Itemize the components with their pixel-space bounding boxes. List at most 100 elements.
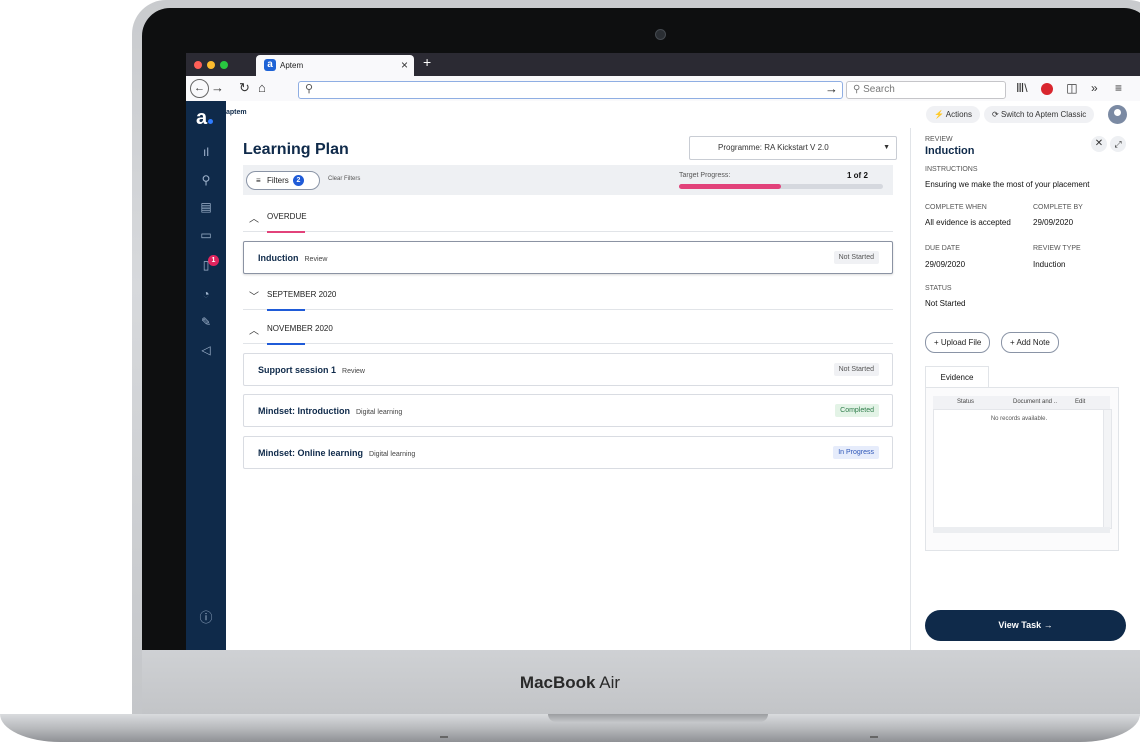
due-date-value: 29/09/2020 bbox=[925, 260, 966, 269]
evidence-grid-header: Status Document and .. Edit bbox=[933, 396, 1110, 409]
empty-message: No records available. bbox=[990, 416, 1048, 422]
search-icon[interactable]: ⚲ bbox=[186, 173, 226, 187]
section-label: NOVEMBER 2020 bbox=[267, 324, 333, 333]
column-edit[interactable]: Edit bbox=[1075, 396, 1085, 409]
filters-label: Filters bbox=[267, 176, 289, 185]
switch-classic-button[interactable]: ⟳ Switch to Aptem Classic bbox=[984, 106, 1095, 123]
zoom-window-button[interactable] bbox=[220, 61, 228, 69]
side-navigation: a ıl ⚲ ▤ ▭ 1 ▯ ◔ ✎ ◁ ⓘ bbox=[186, 101, 226, 650]
forward-button[interactable]: → bbox=[211, 81, 224, 95]
expand-icon[interactable]: ⤢ bbox=[1110, 136, 1126, 152]
status-badge: In Progress bbox=[833, 446, 879, 459]
minimize-window-button[interactable] bbox=[207, 61, 215, 69]
aptem-logo[interactable]: a bbox=[196, 108, 216, 128]
document-icon[interactable]: ▯ bbox=[186, 258, 226, 272]
section-september-2020[interactable]: ﹀ SEPTEMBER 2020 bbox=[243, 283, 893, 311]
plan-item-card[interactable]: Mindset: Online learning Digital learning… bbox=[243, 436, 893, 469]
column-status[interactable]: Status bbox=[957, 396, 974, 409]
browser-tab-bar: a Aptem × + bbox=[186, 53, 1140, 76]
instructions-text: Ensuring we make the most of your placem… bbox=[925, 180, 1090, 189]
target-progress-bar bbox=[679, 184, 883, 189]
plan-item-type: Digital learning bbox=[356, 409, 403, 416]
help-icon[interactable]: ⓘ bbox=[186, 607, 226, 626]
plan-item-name: Support session 1 Review bbox=[258, 365, 365, 375]
review-type-label: REVIEW TYPE bbox=[1033, 245, 1081, 252]
section-overdue[interactable]: ︿ OVERDUE bbox=[243, 205, 893, 233]
filter-icon: ≡ bbox=[256, 176, 261, 185]
browser-search-field[interactable]: ⚲ Search bbox=[846, 81, 1006, 99]
user-avatar[interactable] bbox=[1108, 105, 1127, 124]
new-tab-button[interactable]: + bbox=[423, 54, 431, 70]
dashboard-icon[interactable]: ıl bbox=[186, 145, 226, 159]
section-underline bbox=[267, 343, 305, 345]
library-icon[interactable]: Ⅲ\ bbox=[1016, 81, 1028, 95]
section-underline bbox=[267, 231, 305, 233]
aptem-app: a ıl ⚲ ▤ ▭ 1 ▯ ◔ ✎ ◁ ⓘ aptem ⚡ Actions ⟳… bbox=[186, 101, 1140, 650]
browser-tab[interactable]: a Aptem × bbox=[256, 55, 414, 76]
plan-item-name: Mindset: Introduction Digital learning bbox=[258, 406, 403, 416]
browser-toolbar-icons: Ⅲ\ ◫ » ≡ bbox=[1016, 81, 1122, 95]
back-button[interactable]: ← bbox=[190, 79, 209, 98]
add-note-button[interactable]: + Add Note bbox=[1001, 332, 1059, 353]
evidence-grid: Status Document and .. Edit No records a… bbox=[925, 387, 1119, 551]
plan-item-card[interactable]: Support session 1 Review Not Started bbox=[243, 353, 893, 386]
page-title: Learning Plan bbox=[243, 141, 349, 158]
messages-icon[interactable]: ▭ bbox=[186, 228, 226, 242]
clear-filters-link[interactable]: Clear Filters bbox=[328, 176, 360, 182]
upload-file-button[interactable]: + Upload File bbox=[925, 332, 991, 353]
aptem-wordmark: aptem bbox=[226, 109, 247, 116]
review-type-value: Induction bbox=[1033, 260, 1066, 269]
section-label: SEPTEMBER 2020 bbox=[267, 290, 337, 299]
status-badge: Not Started bbox=[833, 363, 879, 376]
complete-when-value: All evidence is accepted bbox=[925, 218, 1011, 227]
learning-plan-main: Learning Plan Programme: RA Kickstart V … bbox=[226, 128, 910, 650]
plan-item-name: Induction Review bbox=[258, 253, 328, 263]
menu-icon[interactable]: ≡ bbox=[1115, 81, 1122, 95]
chevron-down-icon: ▼ bbox=[883, 144, 890, 151]
plan-item-card[interactable]: Mindset: Introduction Digital learning Co… bbox=[243, 394, 893, 427]
complete-by-value: 29/09/2020 bbox=[1033, 218, 1074, 227]
clipboard-icon[interactable]: ▤ bbox=[186, 200, 226, 214]
chevron-up-icon: ︿ bbox=[249, 214, 259, 225]
plan-item-card[interactable]: Induction Review Not Started bbox=[243, 241, 893, 274]
section-november-2020[interactable]: ︿ NOVEMBER 2020 bbox=[243, 317, 893, 345]
horizontal-scrollbar[interactable] bbox=[933, 527, 1110, 533]
overflow-icon[interactable]: » bbox=[1091, 81, 1098, 95]
plan-item-type: Review bbox=[342, 368, 365, 375]
webcam bbox=[655, 29, 666, 40]
actions-button[interactable]: ⚡ Actions bbox=[926, 106, 980, 123]
arrow-right-icon: → bbox=[1043, 620, 1053, 630]
tab-evidence[interactable]: Evidence bbox=[925, 366, 989, 389]
programme-select[interactable]: Programme: RA Kickstart V 2.0 ▼ bbox=[689, 136, 897, 160]
filter-strip: ≡ Filters 2 Clear Filters Target Progres… bbox=[243, 165, 893, 195]
laptop-opening-notch bbox=[548, 714, 768, 722]
status-value: Not Started bbox=[925, 299, 966, 308]
reload-button[interactable]: ↻ bbox=[239, 81, 250, 95]
search-placeholder: ⚲ Search bbox=[853, 84, 895, 95]
view-task-button[interactable]: View Task → bbox=[925, 610, 1126, 641]
panel-title: Induction bbox=[925, 145, 975, 157]
announcement-icon[interactable]: ◁ bbox=[186, 343, 226, 357]
close-icon[interactable]: ✕ bbox=[1091, 136, 1107, 152]
aptem-favicon-icon: a bbox=[264, 59, 276, 71]
close-window-button[interactable] bbox=[194, 61, 202, 69]
filters-button[interactable]: ≡ Filters 2 bbox=[246, 171, 320, 190]
progress-icon[interactable]: ◔ bbox=[186, 287, 226, 301]
home-button[interactable]: ⌂ bbox=[258, 81, 266, 95]
laptop-foot bbox=[440, 736, 448, 738]
edit-icon[interactable]: ✎ bbox=[186, 315, 226, 329]
go-arrow-icon[interactable]: → bbox=[825, 81, 838, 96]
plan-item-type: Digital learning bbox=[369, 451, 416, 458]
adblock-icon[interactable] bbox=[1040, 82, 1053, 95]
sidebar-icon[interactable]: ◫ bbox=[1066, 81, 1077, 95]
laptop-brand: MacBook Air bbox=[519, 673, 621, 692]
close-tab-icon[interactable]: × bbox=[401, 58, 408, 72]
evidence-grid-body: No records available. bbox=[933, 409, 1112, 529]
complete-when-label: COMPLETE WHEN bbox=[925, 204, 987, 211]
search-icon: ⚲ bbox=[305, 83, 314, 95]
target-progress-label: Target Progress: bbox=[679, 172, 731, 179]
panel-kicker: REVIEW bbox=[925, 136, 953, 143]
url-bar[interactable]: ⚲ → bbox=[298, 81, 843, 99]
vertical-scrollbar[interactable] bbox=[1103, 410, 1111, 528]
column-document[interactable]: Document and .. bbox=[1013, 396, 1057, 409]
